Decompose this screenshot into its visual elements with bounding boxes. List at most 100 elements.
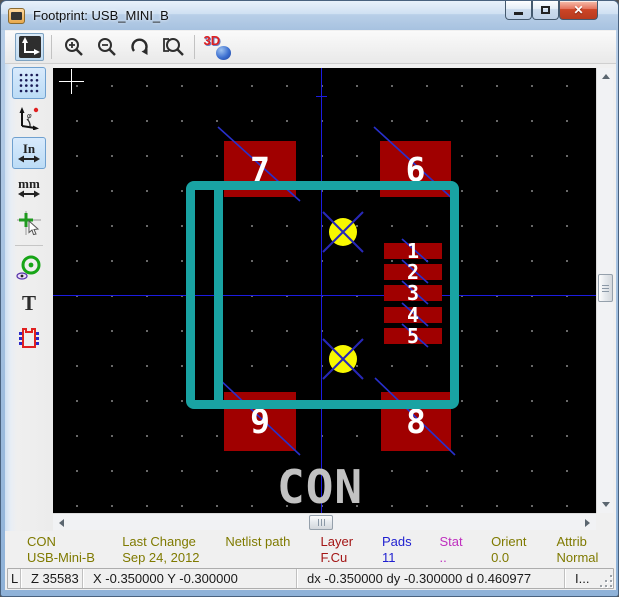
grid-dot xyxy=(251,505,253,507)
grid-dot xyxy=(251,85,253,87)
polar-coordinates-button[interactable]: φ xyxy=(12,102,46,134)
left-toolbar: φ In mm xyxy=(5,64,53,561)
horizontal-scrollbar[interactable] xyxy=(53,513,596,530)
grid-dot xyxy=(531,505,533,507)
close-button[interactable]: ✕ xyxy=(559,1,598,20)
grid-dot xyxy=(566,470,568,472)
status-value: 11 xyxy=(382,550,440,566)
units-mm-label: mm xyxy=(18,178,40,189)
grid-dot xyxy=(111,120,113,122)
grid-dot xyxy=(531,330,533,332)
grid-dot xyxy=(566,330,568,332)
left-toolbar-separator xyxy=(15,245,43,246)
grid-dot xyxy=(496,435,498,437)
footprint-display-button[interactable] xyxy=(12,322,46,354)
grid-dot xyxy=(496,225,498,227)
grid-dot xyxy=(496,470,498,472)
cursor-shape-button[interactable] xyxy=(12,207,46,239)
view-3d-button[interactable]: 3D xyxy=(202,33,231,61)
grid-dot xyxy=(566,155,568,157)
grid-dot xyxy=(461,365,463,367)
grid-dot xyxy=(111,155,113,157)
grid-dot xyxy=(76,85,78,87)
vertical-scroll-thumb[interactable] xyxy=(598,274,613,302)
status-field-last-change: Last ChangeSep 24, 2012 xyxy=(122,534,225,567)
footprint-name-text: CON xyxy=(277,464,363,510)
grid-dot xyxy=(531,400,533,402)
maximize-button[interactable] xyxy=(532,1,559,20)
scroll-up-button[interactable] xyxy=(597,68,614,85)
grid-dot xyxy=(566,225,568,227)
footprint-viewer-window: Footprint: USB_MINI_B ✕ xyxy=(0,0,619,597)
grid-dot xyxy=(76,330,78,332)
status-field-pads: Pads11 xyxy=(382,534,440,567)
text-visibility-button[interactable]: T xyxy=(12,287,46,319)
grid-toggle-button[interactable] xyxy=(12,67,46,99)
minimize-button[interactable] xyxy=(505,1,532,20)
status-label: Attrib xyxy=(557,534,617,550)
grid-dot xyxy=(426,85,428,87)
grid-dot xyxy=(146,260,148,262)
scroll-down-button[interactable] xyxy=(597,496,614,513)
grid-dot xyxy=(531,365,533,367)
zoom-fit-button[interactable] xyxy=(15,33,44,61)
grid-dot xyxy=(76,155,78,157)
zoom-in-button[interactable] xyxy=(59,33,88,61)
status-field-attrib: AttribNormal xyxy=(557,534,617,567)
grid-dot xyxy=(566,120,568,122)
grid-dot xyxy=(181,365,183,367)
scroll-right-button[interactable] xyxy=(579,514,596,531)
status-field-netlist-path: Netlist path xyxy=(225,534,320,567)
horizontal-scroll-thumb[interactable] xyxy=(309,515,333,530)
grid-dot xyxy=(216,470,218,472)
scroll-right-icon xyxy=(585,519,590,527)
zoom-selection-button[interactable] xyxy=(158,33,187,61)
grid-dot xyxy=(76,225,78,227)
grid-dot xyxy=(531,85,533,87)
grid-dot xyxy=(76,505,78,507)
grid-dot xyxy=(181,470,183,472)
units-mm-button[interactable]: mm xyxy=(12,172,46,204)
grid-dot xyxy=(461,435,463,437)
grid-dot xyxy=(461,470,463,472)
view-3d-icon: 3D xyxy=(204,35,230,59)
close-icon: ✕ xyxy=(573,3,583,17)
grid-dot xyxy=(496,190,498,192)
units-inches-button[interactable]: In xyxy=(12,137,46,169)
grid-dot xyxy=(181,155,183,157)
title-bar[interactable]: Footprint: USB_MINI_B ✕ xyxy=(1,1,619,30)
grid-dot xyxy=(461,505,463,507)
grid-dot xyxy=(146,505,148,507)
grid-dot xyxy=(181,85,183,87)
grid-dot xyxy=(356,435,358,437)
grid-dot xyxy=(146,225,148,227)
grid-dot xyxy=(146,85,148,87)
zoom-out-button[interactable] xyxy=(92,33,121,61)
scroll-left-button[interactable] xyxy=(53,514,70,531)
window-title: Footprint: USB_MINI_B xyxy=(33,8,169,23)
toolbar-separator xyxy=(194,35,195,59)
grid-dot xyxy=(356,85,358,87)
grid-dot xyxy=(181,120,183,122)
grid-dot xyxy=(566,85,568,87)
svg-text:φ: φ xyxy=(27,113,32,120)
canvas[interactable]: 769812345CON xyxy=(53,68,596,513)
scroll-down-icon xyxy=(602,502,610,507)
resize-grip[interactable] xyxy=(599,574,612,587)
grid-dot xyxy=(496,330,498,332)
cursor-crosshair xyxy=(71,69,72,94)
grid-dot xyxy=(566,190,568,192)
vertical-scrollbar[interactable] xyxy=(596,68,613,513)
zoom-in-icon xyxy=(62,35,86,59)
pad-display-mode-button[interactable] xyxy=(12,252,46,284)
coord-cell-absolute-xy: X -0.350000 Y -0.300000 xyxy=(82,569,296,588)
status-fields: CONUSB-Mini-BLast ChangeSep 24, 2012Netl… xyxy=(5,531,616,567)
grid-dot xyxy=(461,155,463,157)
grid-dot xyxy=(76,190,78,192)
grid-dot xyxy=(111,470,113,472)
grid-dot xyxy=(496,505,498,507)
grid-dot xyxy=(216,120,218,122)
grid-dot xyxy=(181,190,183,192)
grid-dot xyxy=(461,260,463,262)
redraw-view-button[interactable] xyxy=(125,33,154,61)
